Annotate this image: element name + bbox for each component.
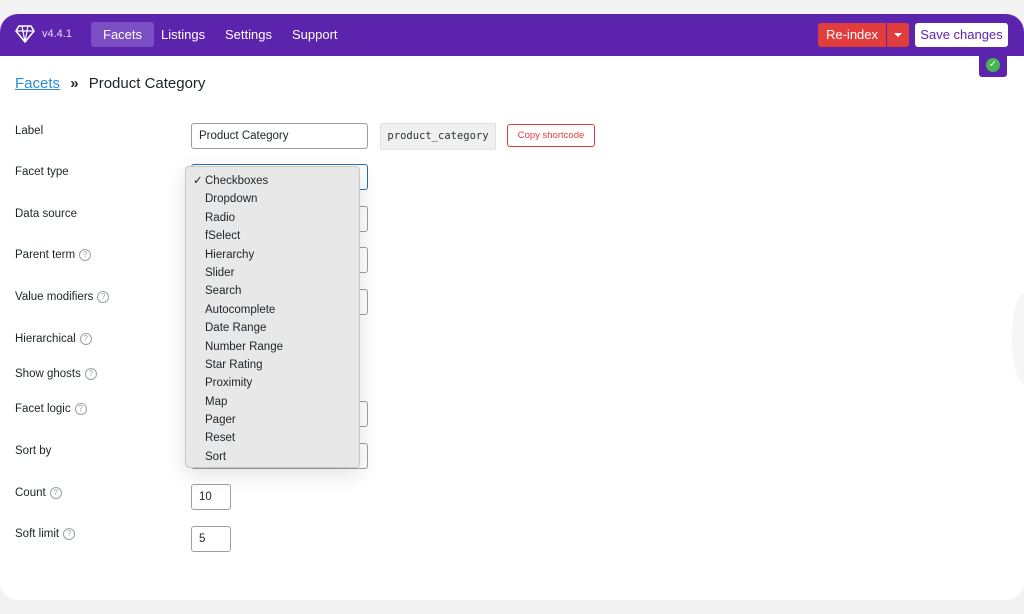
- tab-settings[interactable]: Settings: [213, 22, 284, 47]
- dropdown-option[interactable]: Star Rating: [186, 356, 359, 374]
- help-icon[interactable]: ?: [79, 333, 92, 345]
- dropdown-option[interactable]: Radio: [186, 209, 359, 227]
- dropdown-option[interactable]: Reset: [186, 429, 359, 447]
- option-label: Autocomplete: [205, 303, 276, 316]
- count-label-text: Count: [15, 487, 46, 499]
- soft-limit-input[interactable]: 5: [191, 526, 231, 552]
- facet-type-label: Facet type: [15, 166, 69, 178]
- checkmark-icon: ✓: [193, 175, 203, 187]
- scroll-edge: [1012, 294, 1024, 384]
- reindex-button[interactable]: Re-index: [818, 23, 886, 47]
- copy-shortcode-button[interactable]: Copy shortcode: [507, 124, 595, 147]
- help-icon[interactable]: ?: [49, 487, 62, 499]
- success-check-icon: ✓: [986, 58, 1000, 72]
- help-icon[interactable]: ?: [63, 528, 76, 540]
- save-changes-button[interactable]: Save changes: [915, 23, 1008, 47]
- status-badge: ✓: [979, 55, 1007, 77]
- option-label: Star Rating: [205, 358, 263, 371]
- tab-support[interactable]: Support: [280, 22, 350, 47]
- option-label: Radio: [205, 211, 236, 224]
- label-field-label: Label: [15, 125, 44, 137]
- app-window: v4.4.1 Facets Listings Settings Support …: [0, 14, 1024, 600]
- facet-logic-label-text: Facet logic: [15, 403, 71, 415]
- facet-logic-label: Facet logic?: [15, 403, 87, 415]
- dropdown-option[interactable]: Sort: [186, 448, 359, 466]
- tab-facets[interactable]: Facets: [91, 22, 155, 47]
- breadcrumb-separator: »: [70, 75, 79, 92]
- parent-term-label: Parent term?: [15, 249, 92, 261]
- option-label: Map: [205, 395, 228, 408]
- hierarchical-label-text: Hierarchical: [15, 333, 76, 345]
- help-icon[interactable]: ?: [79, 249, 92, 261]
- option-label: Dropdown: [205, 193, 258, 206]
- diamond-logo-icon: [15, 25, 35, 43]
- option-label: Reset: [205, 432, 236, 445]
- version-label: v4.4.1: [42, 28, 72, 40]
- label-input[interactable]: Product Category: [191, 123, 368, 149]
- facet-name-code: product_category: [380, 123, 496, 150]
- option-label: Slider: [205, 266, 235, 279]
- dropdown-option[interactable]: Proximity: [186, 374, 359, 392]
- help-icon[interactable]: ?: [74, 403, 87, 415]
- show-ghosts-label-text: Show ghosts: [15, 368, 81, 380]
- soft-limit-label-text: Soft limit: [15, 528, 60, 540]
- dropdown-option[interactable]: ✓ Checkboxes: [186, 172, 359, 190]
- option-label: Hierarchy: [205, 248, 255, 261]
- option-label: Proximity: [205, 377, 253, 390]
- facet-type-dropdown-menu: ✓ Checkboxes Dropdown Radio fSelect Hiera…: [185, 166, 360, 468]
- option-label: Number Range: [205, 340, 283, 353]
- page-title: Product Category: [88, 75, 206, 92]
- breadcrumb-facets-link[interactable]: Facets: [15, 75, 60, 92]
- show-ghosts-label: Show ghosts?: [15, 368, 97, 380]
- tab-listings[interactable]: Listings: [149, 22, 217, 47]
- help-icon[interactable]: ?: [84, 368, 97, 380]
- breadcrumb: Facets » Product Category: [15, 75, 205, 92]
- sort-by-label: Sort by: [15, 445, 52, 457]
- value-modifiers-label-text: Value modifiers: [15, 291, 94, 303]
- reindex-options-chevron-down-icon[interactable]: [887, 23, 909, 47]
- dropdown-option[interactable]: Autocomplete: [186, 301, 359, 319]
- option-label: Pager: [205, 414, 236, 427]
- dropdown-option[interactable]: Search: [186, 282, 359, 300]
- option-label: fSelect: [205, 230, 241, 243]
- parent-term-label-text: Parent term: [15, 249, 76, 261]
- data-source-label: Data source: [15, 208, 78, 220]
- count-label: Count?: [15, 487, 62, 499]
- help-icon[interactable]: ?: [97, 291, 110, 303]
- option-label: Sort: [205, 450, 227, 463]
- dropdown-option[interactable]: Number Range: [186, 338, 359, 356]
- dropdown-option[interactable]: Hierarchy: [186, 246, 359, 264]
- value-modifiers-label: Value modifiers?: [15, 291, 110, 303]
- dropdown-option[interactable]: Date Range: [186, 319, 359, 337]
- option-label: Checkboxes: [205, 175, 269, 187]
- hierarchical-label: Hierarchical?: [15, 333, 92, 345]
- dropdown-option[interactable]: fSelect: [186, 227, 359, 245]
- option-label: Date Range: [205, 322, 267, 335]
- dropdown-option[interactable]: Map: [186, 393, 359, 411]
- option-label: Search: [205, 285, 242, 298]
- dropdown-option[interactable]: Slider: [186, 264, 359, 282]
- soft-limit-label: Soft limit?: [15, 528, 76, 540]
- count-input[interactable]: 10: [191, 484, 231, 510]
- dropdown-option[interactable]: Pager: [186, 411, 359, 429]
- dropdown-option[interactable]: Dropdown: [186, 190, 359, 208]
- top-bar: v4.4.1 Facets Listings Settings Support …: [0, 14, 1024, 56]
